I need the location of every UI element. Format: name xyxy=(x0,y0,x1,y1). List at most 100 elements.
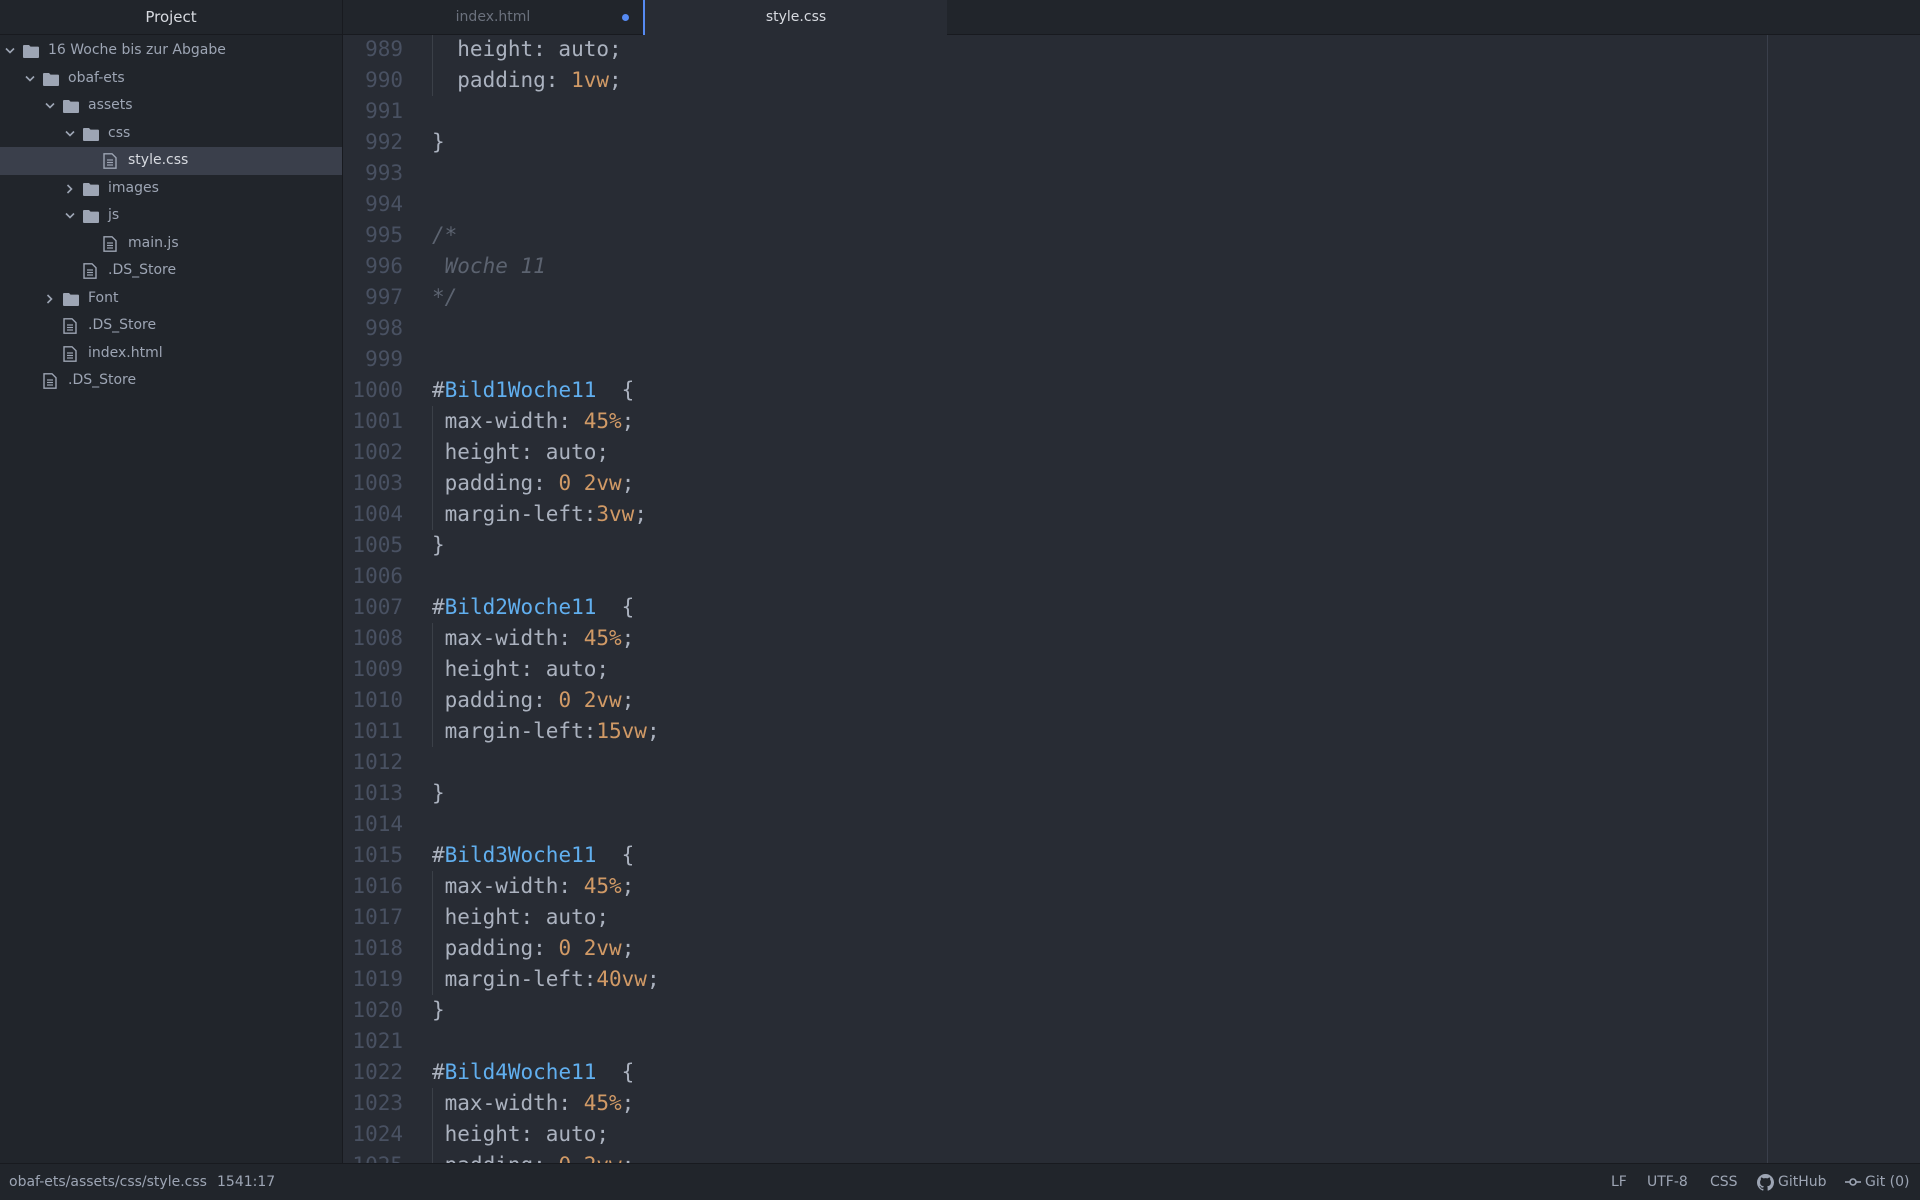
code-text: height: auto; xyxy=(432,440,610,464)
code-text: padding: 0 2vw; xyxy=(432,688,635,712)
chevron-down-icon[interactable] xyxy=(22,65,38,94)
file-icon xyxy=(63,318,79,334)
line-number: 1008 xyxy=(352,626,403,650)
chevron-down-icon[interactable] xyxy=(62,120,78,149)
tree-folder[interactable]: js xyxy=(0,202,342,230)
line-number: 1010 xyxy=(352,688,403,712)
line-number: 998 xyxy=(365,316,403,340)
tree-item-label: images xyxy=(108,179,159,196)
tree-folder[interactable]: Font xyxy=(0,285,342,313)
line-number: 994 xyxy=(365,192,403,216)
tree-item-label: main.js xyxy=(128,234,179,251)
code-text: margin-left:40vw; xyxy=(432,967,660,991)
line-number: 989 xyxy=(365,37,403,61)
line-ending-selector[interactable]: LF xyxy=(1611,1164,1627,1200)
tree-item-label: 16 Woche bis zur Abgabe xyxy=(48,42,226,58)
line-number: 1011 xyxy=(352,719,403,743)
tree-item-label: .DS_Store xyxy=(68,372,137,388)
file-icon xyxy=(83,263,99,279)
line-number: 1023 xyxy=(352,1091,403,1115)
encoding-selector[interactable]: UTF-8 xyxy=(1647,1164,1688,1200)
grammar-selector[interactable]: CSS xyxy=(1710,1164,1738,1200)
tree-item-label: index.html xyxy=(88,344,163,361)
file-icon xyxy=(103,153,119,169)
line-number: 996 xyxy=(365,254,403,278)
tab-style-css[interactable]: style.css xyxy=(643,0,947,35)
cursor-position[interactable]: 1541:17 xyxy=(217,1164,275,1200)
line-number: 1000 xyxy=(352,378,403,402)
line-number: 997 xyxy=(365,285,403,309)
line-number: 1005 xyxy=(352,533,403,557)
tree-view-panel: Project 16 Woche bis zur Abgabe obaf-ets a… xyxy=(0,0,343,1164)
chevron-down-icon[interactable] xyxy=(2,37,18,66)
file-icon xyxy=(63,345,79,362)
code-text: height: auto; xyxy=(432,657,610,681)
file-icon xyxy=(103,235,119,252)
tree-folder[interactable]: assets xyxy=(0,92,342,120)
code-text: /* xyxy=(432,223,458,247)
line-number: 1025 xyxy=(343,1150,403,1163)
line-number: 1001 xyxy=(352,409,403,433)
folder-icon xyxy=(63,99,79,113)
line-number: 995 xyxy=(365,223,403,247)
line-number: 1002 xyxy=(352,440,403,464)
tab-index-html[interactable]: index.html xyxy=(343,0,643,34)
code-text: padding: 0 2vw; xyxy=(432,936,635,960)
line-number: 1003 xyxy=(352,471,403,495)
tab-label: index.html xyxy=(455,9,531,25)
code-text: } xyxy=(432,533,445,557)
tree-item-label: css xyxy=(108,124,131,141)
code-text: margin-left:3vw; xyxy=(432,502,647,526)
code-text: margin-left:15vw; xyxy=(432,719,660,743)
tree-file[interactable]: .DS_Store xyxy=(0,312,342,340)
tree-file[interactable]: .DS_Store xyxy=(0,367,342,395)
github-button[interactable]: GitHub xyxy=(1757,1164,1827,1200)
tree-item-label: .DS_Store xyxy=(88,317,157,333)
tree-folder[interactable]: css xyxy=(0,120,342,148)
chevron-right-icon[interactable] xyxy=(62,175,78,205)
file-tree: 16 Woche bis zur Abgabe obaf-ets assets css… xyxy=(0,35,342,395)
tree-folder[interactable]: obaf-ets xyxy=(0,65,342,93)
tree-item-label: js xyxy=(108,207,120,223)
code-text: #Bild4Woche11 { xyxy=(432,1060,635,1084)
tree-item-label: .DS_Store xyxy=(108,262,177,278)
line-number: 1024 xyxy=(352,1122,403,1146)
code-text: max-width: 45%; xyxy=(432,626,635,650)
line-number: 1006 xyxy=(352,564,403,588)
line-number: 1017 xyxy=(352,905,403,929)
tree-file[interactable]: index.html xyxy=(0,340,342,368)
tree-folder[interactable]: 16 Woche bis zur Abgabe xyxy=(0,37,342,65)
code-text: max-width: 45%; xyxy=(432,1091,635,1115)
git-button[interactable]: Git (0) xyxy=(1845,1164,1910,1200)
line-number: 1009 xyxy=(352,657,403,681)
tab-bar: index.html style.css xyxy=(343,0,1920,35)
line-number: 1019 xyxy=(352,967,403,991)
line-number: 1022 xyxy=(352,1060,403,1084)
code-editor[interactable]: 989 height: auto; 990 padding: 1vw; 991 992… xyxy=(343,35,1920,1163)
tree-item-label: style.css xyxy=(128,152,189,168)
tree-file[interactable]: style.css xyxy=(0,147,342,175)
tree-file[interactable]: main.js xyxy=(0,230,342,258)
folder-icon xyxy=(63,292,79,306)
line-number: 999 xyxy=(365,347,403,371)
folder-icon xyxy=(83,209,99,223)
line-number: 1007 xyxy=(352,595,403,619)
tree-folder[interactable]: images xyxy=(0,175,342,203)
code-text: height: auto; xyxy=(432,37,622,61)
chevron-down-icon[interactable] xyxy=(62,202,78,231)
chevron-right-icon[interactable] xyxy=(42,285,58,315)
github-label: GitHub xyxy=(1778,1174,1827,1190)
folder-icon xyxy=(23,44,39,58)
code-text: #Bild1Woche11 { xyxy=(432,378,635,402)
tree-view-title: Project xyxy=(0,0,342,35)
file-path[interactable]: obaf-ets/assets/css/style.css xyxy=(9,1164,207,1200)
line-number: 1016 xyxy=(352,874,403,898)
folder-icon xyxy=(83,127,99,141)
line-number: 993 xyxy=(365,161,403,185)
line-number: 990 xyxy=(365,68,403,92)
line-number: 991 xyxy=(365,99,403,123)
code-text: max-width: 45%; xyxy=(432,409,635,433)
line-number: 1014 xyxy=(352,812,403,836)
tree-file[interactable]: .DS_Store xyxy=(0,257,342,285)
chevron-down-icon[interactable] xyxy=(42,92,58,121)
